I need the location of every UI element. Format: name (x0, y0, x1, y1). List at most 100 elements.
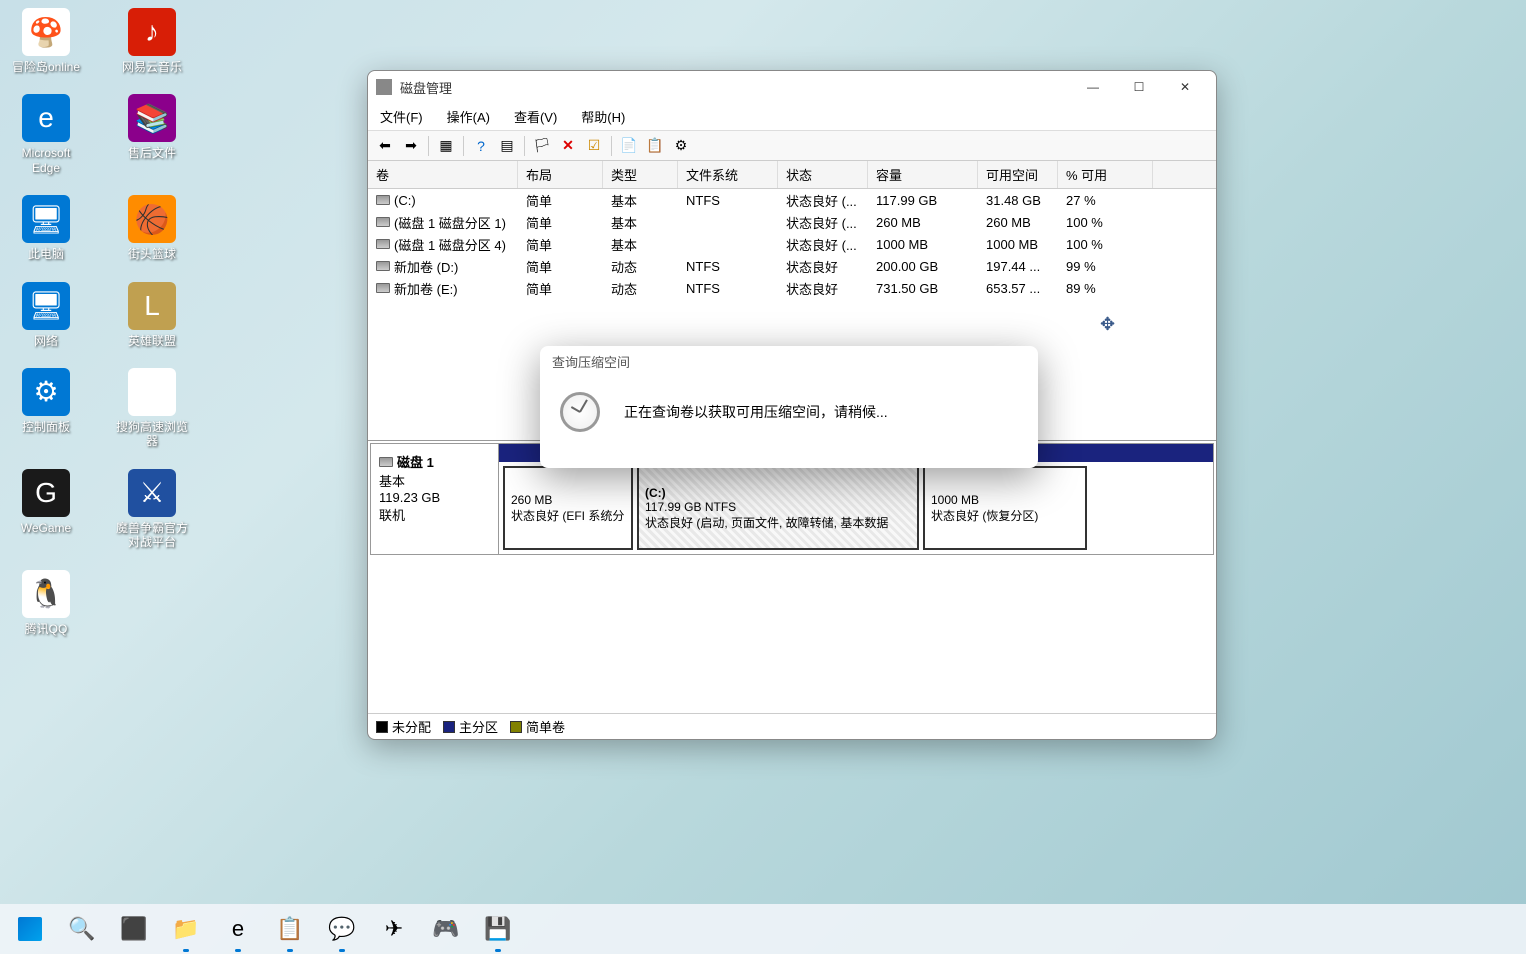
desktop-icon[interactable]: L 英雄联盟 (114, 282, 190, 348)
icon-label: 英雄联盟 (128, 334, 176, 348)
tb-settings-icon[interactable]: ⚙ (670, 135, 692, 157)
desktop-icon[interactable]: S搜狗高速浏览器 (114, 368, 190, 449)
disk-name-label: 磁盘 1 (397, 452, 434, 471)
app-icon: ⚙ (22, 368, 70, 416)
swatch-olive (510, 721, 522, 733)
disk-state-label: 联机 (379, 505, 490, 524)
menu-help[interactable]: 帮助(H) (577, 105, 629, 128)
volume-row[interactable]: (磁盘 1 磁盘分区 1) 简单 基本 状态良好 (... 260 MB 260… (368, 211, 1216, 233)
back-button[interactable]: ⬅ (374, 135, 396, 157)
dialog-message: 正在查询卷以获取可用压缩空间，请稍候... (624, 402, 888, 422)
tb-delete-icon[interactable]: ✕ (557, 135, 579, 157)
partition[interactable]: 1000 MB状态良好 (恢复分区) (923, 466, 1087, 550)
desktop-icon[interactable]: 🖥网络 (8, 282, 84, 348)
taskbar-unknown4[interactable]: 🎮 (426, 909, 466, 949)
app-icon: 📚 (128, 94, 176, 142)
menu-file[interactable]: 文件(F) (376, 105, 427, 128)
disk-icon (379, 457, 393, 467)
app-icon: 🏀 (128, 195, 176, 243)
clock-icon (560, 392, 600, 432)
app-icon: ⚔ (128, 469, 176, 517)
legend: 未分配 主分区 简单卷 (368, 713, 1216, 739)
partition[interactable]: 260 MB状态良好 (EFI 系统分 (503, 466, 633, 550)
titlebar[interactable]: 磁盘管理 — ☐ ✕ (368, 71, 1216, 103)
tb-list-icon[interactable]: ▤ (496, 135, 518, 157)
app-icon: 🖥 (22, 195, 70, 243)
disk-graphical-view[interactable]: 磁盘 1 基本 119.23 GB 联机 260 MB状态良好 (EFI 系统分… (368, 441, 1216, 713)
menu-view[interactable]: 查看(V) (510, 105, 561, 128)
desktop-icon[interactable]: 🍄 冒险岛online (8, 8, 84, 74)
desktop-icon[interactable]: ♪网易云音乐 (114, 8, 190, 74)
disk-size-label: 119.23 GB (379, 490, 490, 505)
volume-icon (376, 261, 390, 271)
window-title: 磁盘管理 (400, 78, 452, 97)
col-fs[interactable]: 文件系统 (678, 161, 778, 188)
legend-unallocated: 未分配 (376, 717, 431, 736)
icon-label: Microsoft Edge (8, 146, 84, 175)
col-layout[interactable]: 布局 (518, 161, 603, 188)
desktop-icon[interactable]: ⚙ 控制面板 (8, 368, 84, 449)
volume-row[interactable]: (C:) 简单 基本 NTFS 状态良好 (... 117.99 GB 31.4… (368, 189, 1216, 211)
icon-label: 售后文件 (128, 146, 176, 160)
col-status[interactable]: 状态 (778, 161, 868, 188)
volume-row[interactable]: 新加卷 (E:) 简单 动态 NTFS 状态良好 731.50 GB 653.5… (368, 277, 1216, 299)
col-volume[interactable]: 卷 (368, 161, 518, 188)
volume-icon (376, 239, 390, 249)
app-icon: 🍄 (22, 8, 70, 56)
taskbar-unknown1[interactable]: 📋 (270, 909, 310, 949)
taskbar-unknown3[interactable]: ✈ (374, 909, 414, 949)
app-icon: e (22, 94, 70, 142)
taskbar-diskmgmt[interactable]: 💾 (478, 909, 518, 949)
col-free[interactable]: 可用空间 (978, 161, 1058, 188)
desktop-icon[interactable]: 🖥此电脑 (8, 195, 84, 261)
disk-info[interactable]: 磁盘 1 基本 119.23 GB 联机 (371, 444, 499, 554)
col-cap[interactable]: 容量 (868, 161, 978, 188)
start-icon (18, 917, 42, 941)
icon-label: 控制面板 (22, 420, 70, 434)
legend-simple: 简单卷 (510, 717, 565, 736)
forward-button[interactable]: ➡ (400, 135, 422, 157)
app-icon: 🐧 (22, 570, 70, 618)
taskbar-explorer[interactable]: 📁 (166, 909, 206, 949)
app-icon: ♪ (128, 8, 176, 56)
tb-flag-icon[interactable]: 🏳 (531, 135, 553, 157)
volume-header: 卷 布局 类型 文件系统 状态 容量 可用空间 % 可用 (368, 161, 1216, 189)
col-pct[interactable]: % 可用 (1058, 161, 1153, 188)
volume-row[interactable]: 新加卷 (D:) 简单 动态 NTFS 状态良好 200.00 GB 197.4… (368, 255, 1216, 277)
icon-label: 腾讯QQ (25, 622, 68, 636)
app-icon (376, 79, 392, 95)
volume-row[interactable]: (磁盘 1 磁盘分区 4) 简单 基本 状态良好 (... 1000 MB 10… (368, 233, 1216, 255)
menubar: 文件(F) 操作(A) 查看(V) 帮助(H) (368, 103, 1216, 131)
maximize-button[interactable]: ☐ (1116, 71, 1162, 103)
menu-action[interactable]: 操作(A) (443, 105, 494, 128)
desktop-icon[interactable]: 📚 售后文件 (114, 94, 190, 175)
desktop-icons: 🍄 冒险岛online ♪网易云音乐 e Microsoft Edge 📚 售后文件 🖥此电脑… (0, 0, 198, 644)
app-icon: L (128, 282, 176, 330)
tb-properties-icon[interactable]: 📋 (644, 135, 666, 157)
toolbar: ⬅ ➡ ▦ ? ▤ 🏳 ✕ ☑ 📄 📋 ⚙ (368, 131, 1216, 161)
partition[interactable]: (C:)117.99 GB NTFS状态良好 (启动, 页面文件, 故障转储, … (637, 466, 919, 550)
desktop-icon[interactable]: 🐧 腾讯QQ (8, 570, 84, 636)
taskbar-taskview[interactable]: ⬛ (114, 909, 154, 949)
close-button[interactable]: ✕ (1162, 71, 1208, 103)
volume-icon (376, 195, 390, 205)
volume-icon (376, 217, 390, 227)
col-type[interactable]: 类型 (603, 161, 678, 188)
desktop-icon[interactable]: e Microsoft Edge (8, 94, 84, 175)
tb-check-icon[interactable]: ☑ (583, 135, 605, 157)
tb-grid-icon[interactable]: ▦ (435, 135, 457, 157)
disk-type-label: 基本 (379, 471, 490, 490)
icon-label: 冒险岛online (12, 60, 80, 74)
taskbar-edge[interactable]: e (218, 909, 258, 949)
desktop-icon[interactable]: 🏀街头篮球 (114, 195, 190, 261)
app-icon: G (22, 469, 70, 517)
desktop-icon[interactable]: ⚔魔兽争霸官方对战平台 (114, 469, 190, 550)
desktop-icon[interactable]: GWeGame (8, 469, 84, 550)
tb-new-icon[interactable]: 📄 (618, 135, 640, 157)
taskbar-start[interactable] (10, 909, 50, 949)
app-icon: S (128, 368, 176, 416)
taskbar-search[interactable]: 🔍 (62, 909, 102, 949)
taskbar-unknown2[interactable]: 💬 (322, 909, 362, 949)
tb-help-icon[interactable]: ? (470, 135, 492, 157)
minimize-button[interactable]: — (1070, 71, 1116, 103)
